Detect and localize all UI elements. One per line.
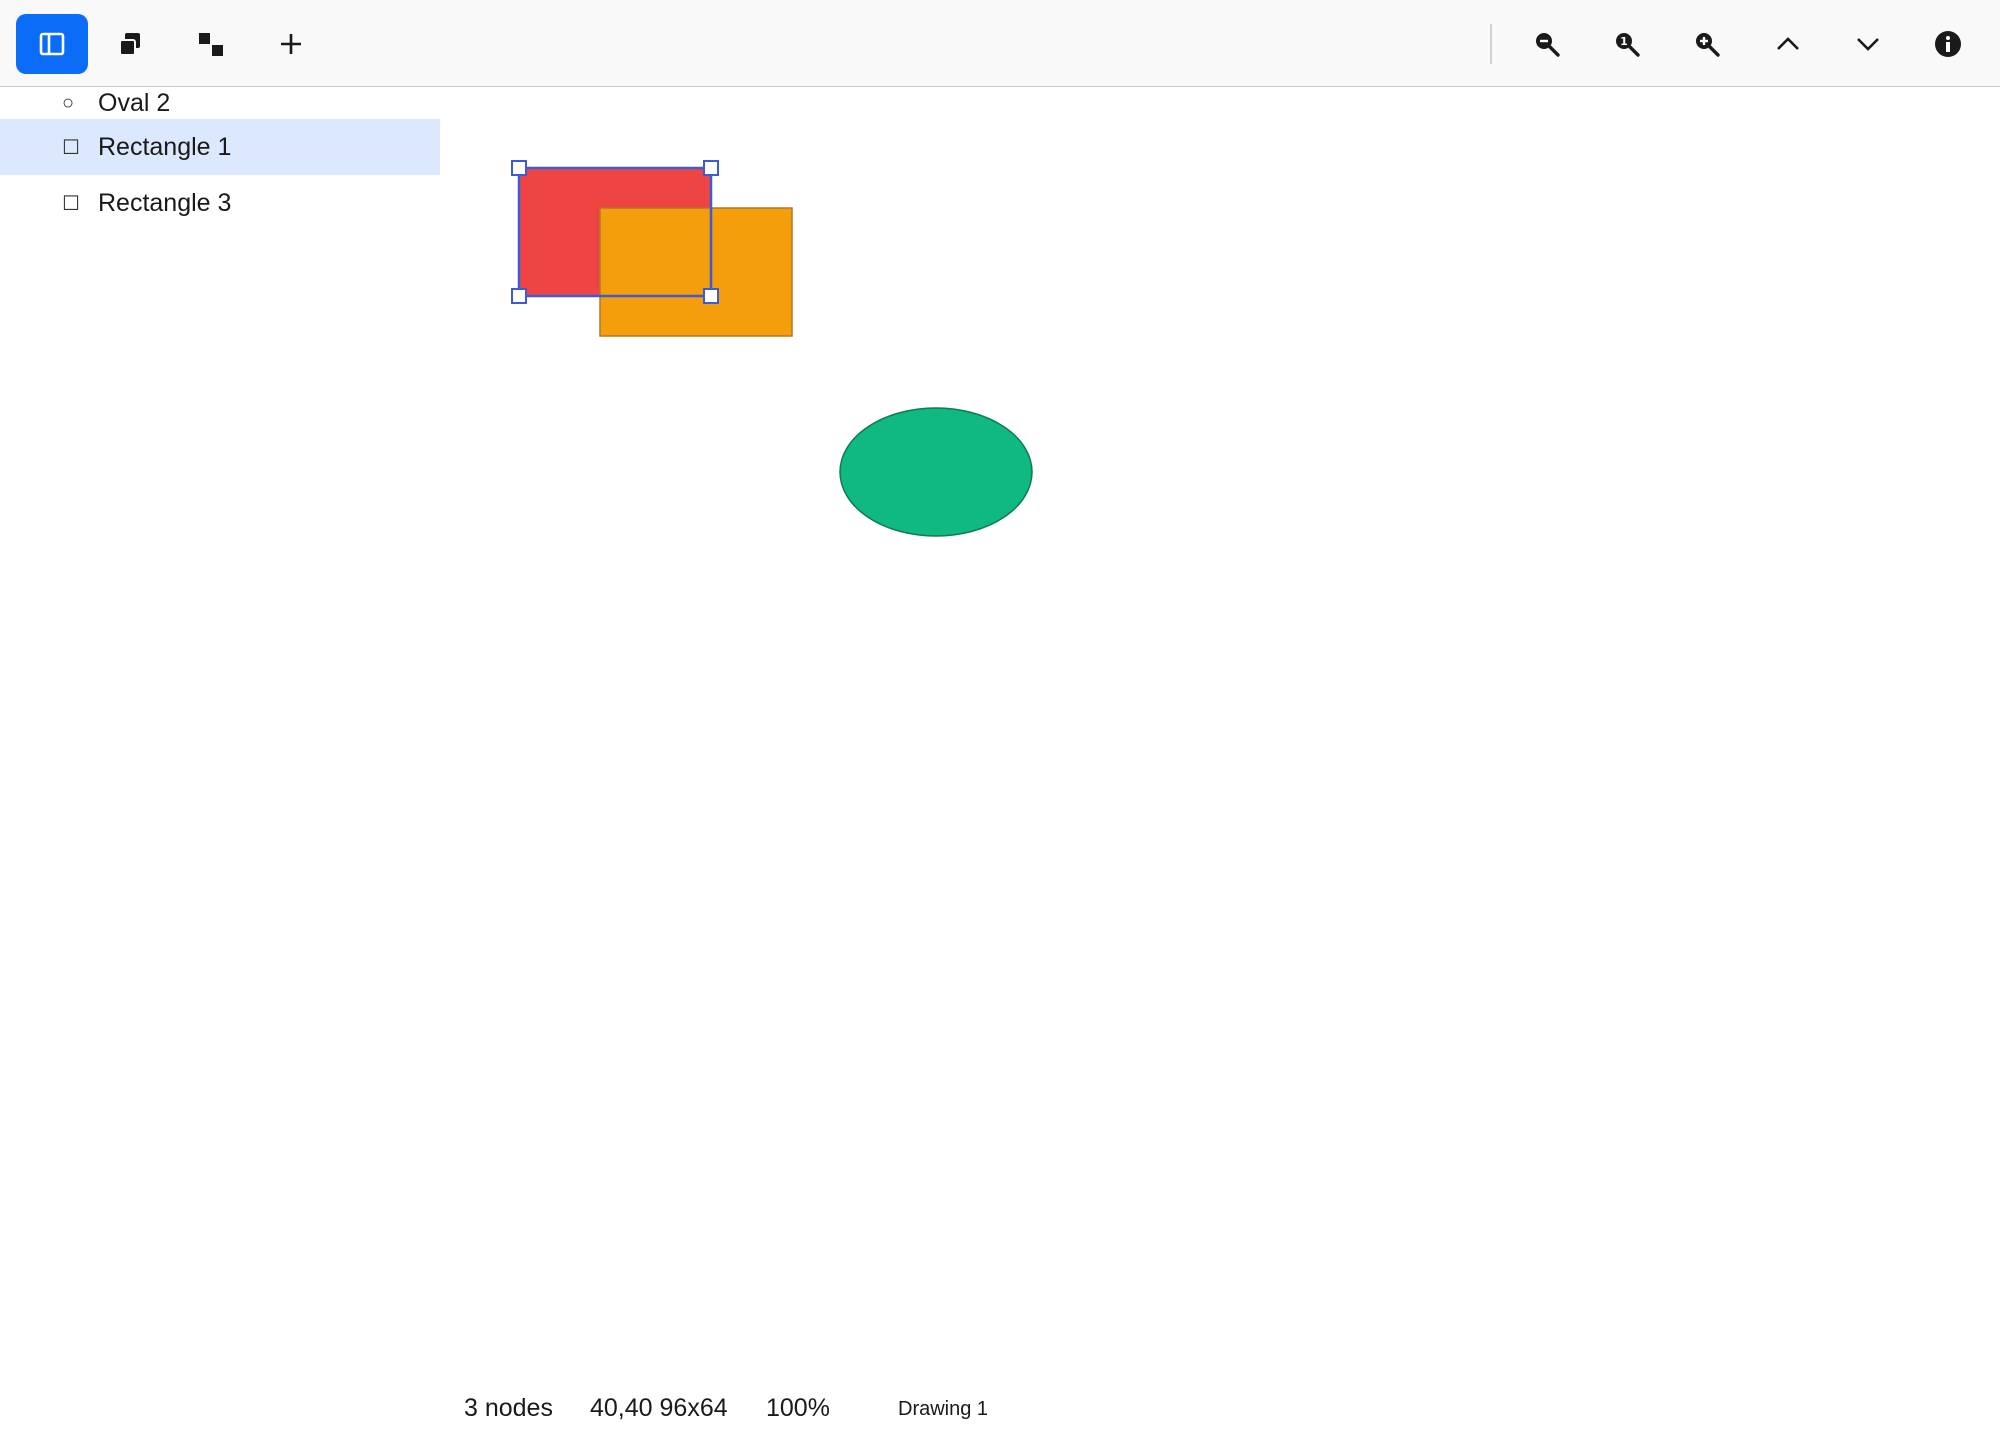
toggle-layers-button[interactable] [16, 14, 88, 74]
previous-button[interactable] [1752, 14, 1824, 74]
send-to-back-icon [199, 33, 223, 56]
layer-item-oval-2[interactable]: ○ Oval 2 [0, 87, 440, 119]
rectangle-icon: ☐ [62, 136, 80, 159]
resize-handle-top-right[interactable] [703, 160, 719, 176]
info-icon [1935, 31, 1961, 57]
status-bar: 3 nodes 40,40 96x64 100% Drawing 1 [0, 1380, 2000, 1440]
node-count: 3 nodes [464, 1394, 553, 1422]
toolbar-separator [1490, 24, 1492, 64]
layer-item-rectangle-1[interactable]: ☐ Rectangle 1 [0, 119, 440, 175]
resize-handle-bottom-right[interactable] [703, 288, 719, 304]
rectangle-3-shape[interactable] [599, 207, 793, 337]
drawing-canvas[interactable] [440, 87, 2000, 1347]
layer-item-rectangle-3[interactable]: ☐ Rectangle 3 [0, 175, 440, 231]
layer-label: Rectangle 3 [98, 188, 232, 217]
document-name: Drawing 1 [898, 1398, 989, 1420]
add-shape-button[interactable] [255, 14, 327, 74]
rectangle-icon: ☐ [62, 192, 80, 215]
toolbar: 1 [0, 0, 2000, 87]
resize-handle-bottom-left[interactable] [511, 288, 527, 304]
chevron-up-icon [1777, 37, 1799, 50]
zoom-reset-button[interactable]: 1 [1591, 14, 1663, 74]
layer-label: Oval 2 [98, 88, 171, 117]
info-button[interactable] [1912, 14, 1984, 74]
svg-text:1: 1 [1620, 35, 1628, 48]
zoom-out-button[interactable] [1511, 14, 1583, 74]
plus-icon [281, 34, 301, 54]
bring-to-front-button[interactable] [95, 14, 167, 74]
sidebar-panel-icon [39, 32, 65, 56]
selection-geometry: 40,40 96x64 [590, 1394, 728, 1422]
ellipse-icon: ○ [62, 91, 75, 114]
bring-to-front-icon [119, 33, 140, 56]
zoom-in-icon [1696, 33, 1720, 57]
resize-handle-top-left[interactable] [511, 160, 527, 176]
send-to-back-button[interactable] [175, 14, 247, 74]
oval-2-shape[interactable] [839, 407, 1033, 537]
layer-label: Rectangle 1 [98, 132, 232, 161]
layers-panel: ○ Oval 2 ☐ Rectangle 1 ☐ Rectangle 3 [0, 87, 440, 231]
zoom-reset-icon: 1 [1616, 33, 1640, 57]
zoom-out-icon [1536, 33, 1560, 57]
chevron-down-icon [1857, 38, 1879, 51]
next-button[interactable] [1832, 14, 1904, 74]
zoom-level: 100% [766, 1394, 830, 1422]
zoom-in-button[interactable] [1671, 14, 1743, 74]
